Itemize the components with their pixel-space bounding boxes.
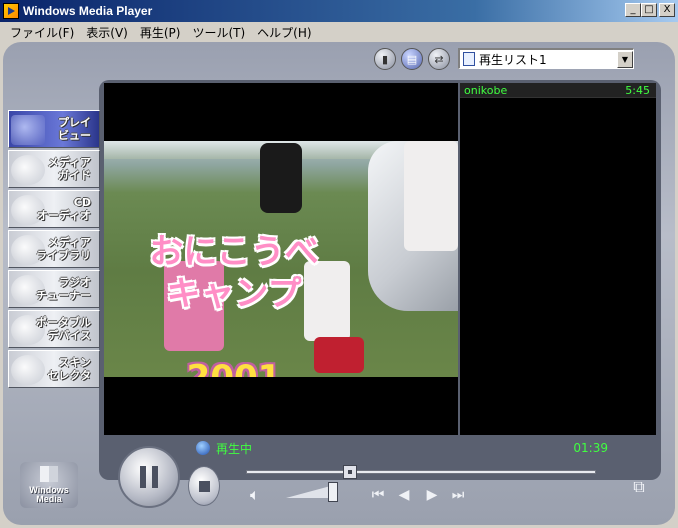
menu-view[interactable]: 表示(V) [80, 24, 134, 41]
next-track-icon[interactable]: ⏭︎ [448, 486, 468, 504]
video-year-text: 2001 [187, 358, 282, 377]
video-title-text: おにこうべ キャンプ [149, 232, 319, 314]
seek-thumb[interactable] [343, 465, 357, 479]
playlist-item[interactable]: onikobe 5:45 [460, 83, 656, 98]
playlist-toggle-icon[interactable]: ▤ [401, 48, 423, 70]
windows-media-logo: Windows Media [20, 462, 78, 508]
playlist-doc-icon [463, 52, 475, 66]
rewind-icon[interactable]: ◀ [394, 486, 414, 504]
skin-icon [11, 355, 45, 385]
video-frame[interactable]: おにこうべ キャンプ 2001 [104, 141, 458, 377]
playlist-item-name: onikobe [464, 84, 508, 97]
seek-bar[interactable] [246, 465, 596, 479]
menu-help[interactable]: ヘルプ(H) [251, 24, 317, 41]
video-pane[interactable]: おにこうべ キャンプ 2001 [104, 83, 458, 435]
media-guide-icon [11, 155, 45, 185]
playing-status-icon [196, 441, 210, 455]
windows-flag-icon [40, 466, 58, 482]
nav-media-guide[interactable]: メディア ガイド [8, 150, 100, 188]
nav-now-playing[interactable]: プレイ ビュー [8, 110, 100, 148]
menu-play[interactable]: 再生(P) [134, 24, 187, 41]
elapsed-time: 01:39 [573, 441, 608, 455]
top-controls: ▮ ▤ ⇄ [374, 48, 450, 70]
media-player-app-icon [3, 3, 19, 19]
status-bar: 再生中 01:39 [196, 439, 616, 457]
minimize-button[interactable]: _ [625, 3, 641, 17]
nav-radio-tuner[interactable]: ラジオ チューナー [8, 270, 100, 308]
nav-portable-device[interactable]: ポータブル デバイス [8, 310, 100, 348]
title-bar[interactable]: Windows Media Player _ □ X [0, 0, 678, 22]
mute-speaker-icon[interactable]: 🔈︎ [250, 486, 270, 504]
fast-forward-icon[interactable]: ▶ [422, 486, 442, 504]
playlist-select[interactable]: 再生リスト1 ▼ [458, 48, 634, 69]
playlist-select-value: 再生リスト1 [479, 52, 547, 67]
stop-button[interactable] [188, 466, 220, 506]
feature-taskbar: プレイ ビュー メディア ガイド CD オーディオ メディア ライブラリ ラジオ… [8, 110, 100, 390]
nav-media-library[interactable]: メディア ライブラリ [8, 230, 100, 268]
nav-skin-chooser[interactable]: スキン セレクタ [8, 350, 100, 388]
video-person-adult [404, 141, 458, 251]
volume-thumb[interactable] [328, 482, 338, 502]
menu-tools[interactable]: ツール(T) [186, 24, 251, 41]
playlist-pane: onikobe 5:45 [460, 83, 656, 435]
close-button[interactable]: X [659, 3, 675, 17]
shuffle-icon[interactable]: ⇄ [428, 48, 450, 70]
status-text: 再生中 [216, 441, 253, 456]
visualization-icon[interactable]: ▮ [374, 48, 396, 70]
logo-text: Windows Media [29, 485, 69, 504]
maximize-button[interactable]: □ [641, 3, 657, 17]
stop-icon [198, 480, 210, 492]
window-title: Windows Media Player [23, 4, 153, 18]
dropdown-arrow-icon[interactable]: ▼ [617, 50, 633, 68]
compact-mode-icon[interactable]: ⧉ [628, 476, 650, 498]
pause-button[interactable] [118, 446, 180, 508]
previous-track-icon[interactable]: ⏮︎ [368, 486, 388, 504]
nav-cd-audio[interactable]: CD オーディオ [8, 190, 100, 228]
video-title-overlay: おにこうべ キャンプ 2001 [104, 189, 364, 377]
pause-icon [140, 466, 158, 488]
playlist-item-duration: 5:45 [625, 84, 650, 97]
menu-bar: ファイル(F) 表示(V) 再生(P) ツール(T) ヘルプ(H) [0, 22, 678, 42]
now-playing-icon [11, 115, 45, 145]
menu-file[interactable]: ファイル(F) [4, 24, 80, 41]
